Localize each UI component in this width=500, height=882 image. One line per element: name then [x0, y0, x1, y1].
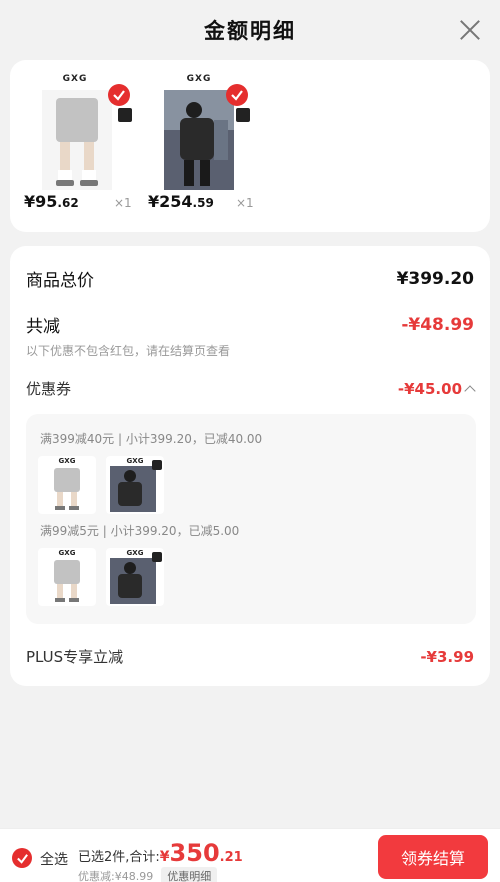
coupon-product-thumb: GXG — [38, 548, 96, 606]
brand-logo: GXG — [186, 74, 212, 84]
coupon-product-thumb: GXG — [38, 456, 96, 514]
select-all-checkbox[interactable] — [12, 848, 32, 868]
selected-count-text: 已选2件,合计: — [78, 850, 160, 865]
coupon-title: 满99减5元 | 小计399.20，已减5.00 — [40, 524, 240, 538]
price-decimal: .62 — [57, 196, 79, 210]
discount-text: 优惠减:¥48.99 — [78, 870, 154, 882]
coupon-toggle[interactable]: -¥45.00 — [397, 379, 476, 398]
badge-icon — [118, 108, 132, 122]
price-integer: ¥95 — [24, 192, 58, 211]
total-decimal: .21 — [219, 850, 243, 865]
badge-icon — [236, 108, 250, 122]
reduce-row: 共减 -¥48.99 — [26, 312, 474, 338]
discount-line: 优惠减:¥48.99 优惠明细 — [78, 867, 218, 882]
discount-detail-button[interactable]: 优惠明细 — [161, 867, 218, 882]
product-image[interactable] — [164, 90, 234, 190]
badge-icon — [152, 552, 162, 562]
total-integer: 350 — [169, 839, 220, 867]
product-qty: ×1 — [236, 196, 254, 210]
coupon-details: 满399减40元 | 小计399.20，已减40.00 GXG GXG 满99减… — [26, 414, 476, 624]
header: 金额明细 — [0, 0, 500, 60]
close-icon[interactable] — [458, 18, 482, 42]
coupon-product-thumb: GXG — [106, 548, 164, 606]
coupon-title: 满399减40元 | 小计399.20，已减40.00 — [40, 432, 263, 446]
reduce-label: 共减 — [26, 317, 60, 337]
badge-icon — [152, 460, 162, 470]
total-summary: 已选2件,合计: ¥ 350 .21 — [78, 841, 243, 865]
coupon-product-thumb: GXG — [106, 456, 164, 514]
plus-row: PLUS专享立减 -¥3.99 — [26, 646, 474, 667]
plus-value: -¥3.99 — [420, 647, 474, 666]
chevron-up-icon — [464, 384, 476, 397]
plus-label: PLUS专享立减 — [26, 648, 124, 666]
coupon-label: 优惠券 — [26, 380, 72, 398]
summary-card: 商品总价 ¥399.20 共减 -¥48.99 以下优惠不包含红包，请在结算页查… — [10, 246, 490, 686]
check-icon[interactable] — [226, 84, 248, 106]
product-item[interactable]: GXG ¥95 .62 ×1 — [20, 74, 132, 224]
total-currency: ¥ — [159, 849, 170, 865]
check-icon[interactable] — [108, 84, 130, 106]
total-value: ¥399.20 — [396, 268, 474, 289]
reduce-note: 以下优惠不包含红包，请在结算页查看 — [26, 344, 231, 358]
total-row: 商品总价 ¥399.20 — [26, 266, 474, 292]
price-decimal: .59 — [192, 196, 214, 210]
select-all-label[interactable]: 全选 — [40, 849, 68, 869]
check-icon — [16, 853, 28, 864]
product-item[interactable]: GXG ¥254 .59 ×1 — [144, 74, 254, 224]
total-label: 商品总价 — [26, 271, 94, 291]
coupon-value: -¥45.00 — [397, 379, 462, 398]
page-title: 金额明细 — [204, 19, 296, 43]
checkout-button[interactable]: 领券结算 — [378, 835, 488, 879]
price-integer: ¥254 — [148, 192, 193, 211]
reduce-value: -¥48.99 — [401, 314, 474, 335]
coupon-row[interactable]: 优惠券 -¥45.00 — [26, 378, 476, 399]
product-qty: ×1 — [114, 196, 132, 210]
product-image[interactable] — [42, 90, 112, 190]
brand-logo: GXG — [62, 74, 88, 84]
product-card: GXG ¥95 .62 ×1 GXG ¥254 .59 ×1 — [10, 60, 490, 232]
checkout-bar: 全选 已选2件,合计: ¥ 350 .21 优惠减:¥48.99 优惠明细 领券… — [0, 828, 500, 882]
